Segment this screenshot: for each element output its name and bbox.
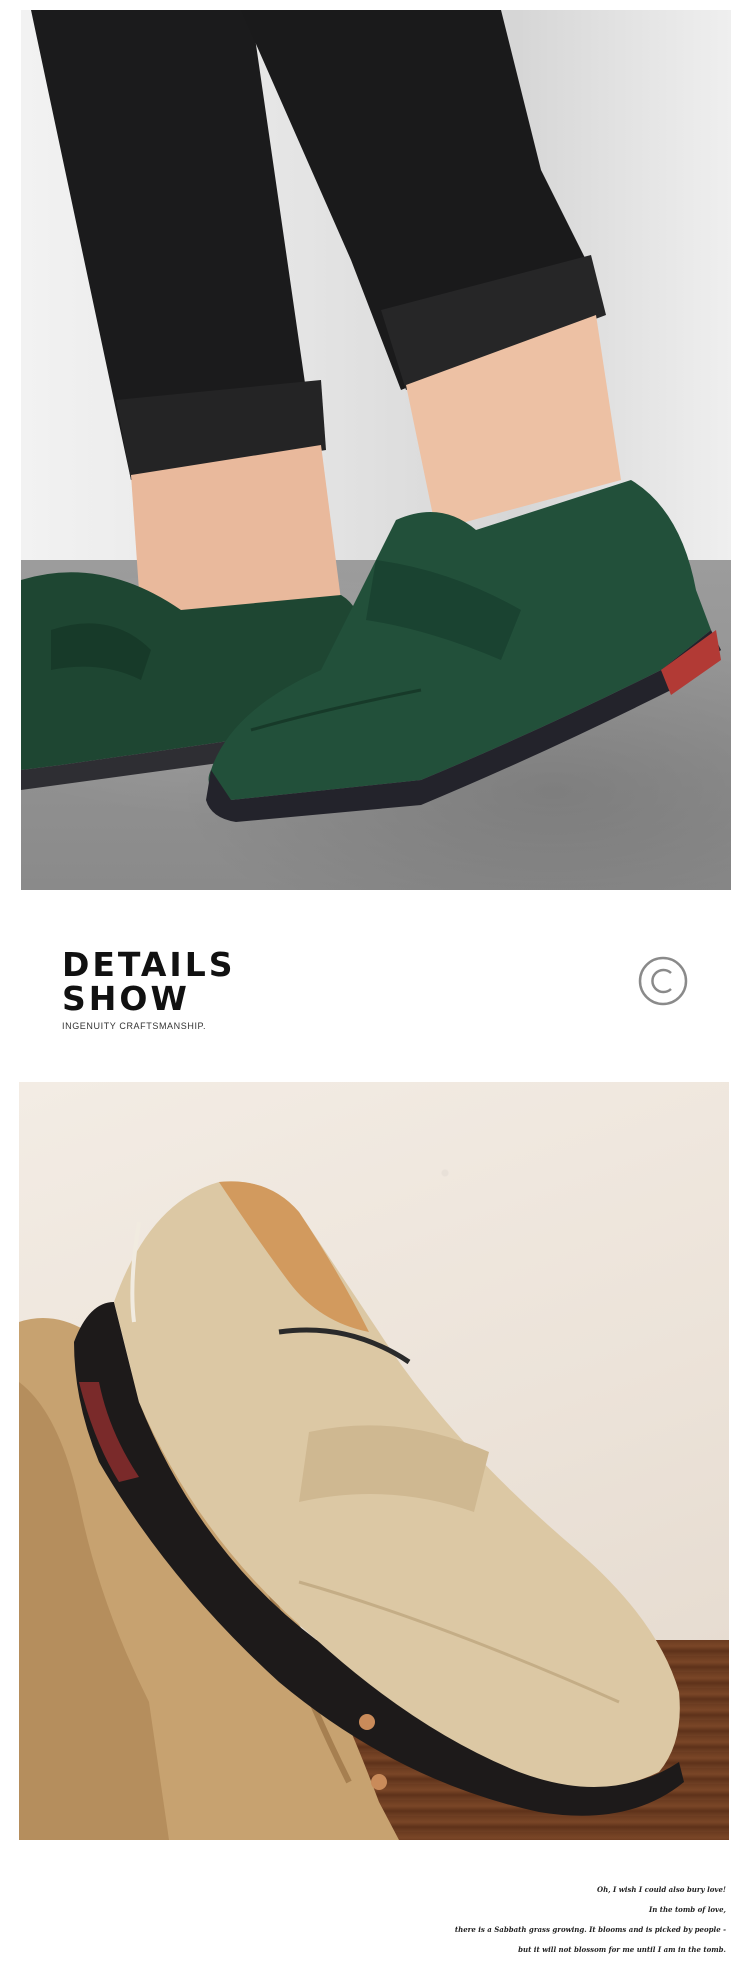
poem-text: Oh, I wish I could also bury love! In th… [206, 1880, 726, 1960]
beige-loafer-illustration [19, 1181, 684, 1840]
details-subtitle: INGENUITY CRAFTSMANSHIP. [62, 1021, 207, 1031]
copyright-icon [638, 956, 688, 1006]
product-photo [19, 1082, 729, 1840]
green-loafers-illustration [21, 10, 721, 822]
poem-line: but it will not blossom for me until I a… [518, 1945, 726, 1954]
poem-line: Oh, I wish I could also bury love! [597, 1885, 726, 1894]
poem-line: In the tomb of love, [648, 1905, 726, 1914]
details-header: DETAILS SHOW INGENUITY CRAFTSMANSHIP. [62, 945, 236, 1032]
hero-photo [21, 10, 731, 890]
details-title: DETAILS SHOW [62, 945, 236, 1018]
poem-line: there is a Sabbath grass growing. It blo… [454, 1925, 726, 1934]
